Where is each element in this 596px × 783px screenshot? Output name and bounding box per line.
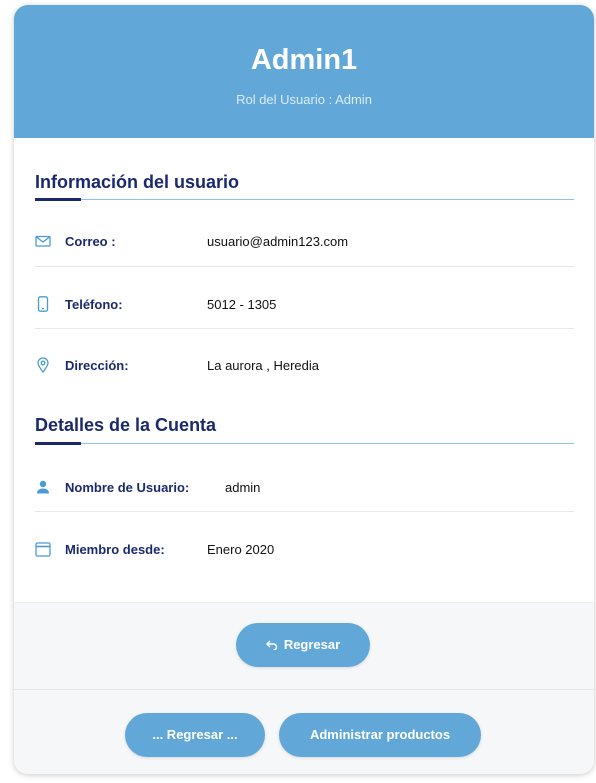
email-label: Correo :: [65, 234, 116, 249]
row-divider: [35, 328, 574, 329]
primary-actions-footer: Regresar: [14, 602, 594, 689]
undo-arrow-icon: [265, 623, 278, 667]
administrar-productos-button[interactable]: Administrar productos: [279, 713, 481, 757]
row-divider: [35, 511, 574, 512]
section-accent-bar: [35, 198, 81, 201]
profile-card: Admin1 Rol del Usuario : Admin Informaci…: [14, 5, 594, 774]
address-label: Dirección:: [65, 358, 129, 373]
section-accent-bar: [35, 442, 81, 445]
phone-value: 5012 - 1305: [207, 297, 277, 312]
section-divider: [35, 199, 574, 200]
member-since-value: Enero 2020: [207, 542, 275, 557]
info-row-address: Dirección: La aurora , Heredia: [35, 345, 574, 385]
info-row-email: Correo : usuario@admin123.com: [35, 221, 574, 261]
phone-icon: [35, 296, 51, 312]
regresar-button-label: Regresar: [283, 637, 341, 652]
info-row-member-since: Miembro desde: Enero 2020: [35, 529, 574, 569]
calendar-icon: [35, 541, 51, 557]
mail-icon: [35, 233, 51, 249]
location-pin-icon: [35, 357, 51, 374]
username-label: Nombre de Usuario:: [65, 480, 190, 495]
info-row-username: Nombre de Usuario: admin: [35, 467, 574, 507]
secondary-actions-footer: ... Regresar ... Administrar productos: [14, 689, 594, 774]
section-title-user-info: Información del usuario: [35, 172, 240, 192]
member-since-label: Miembro desde:: [65, 542, 165, 557]
regresar-button[interactable]: Regresar: [236, 623, 370, 667]
info-row-phone: Teléfono: 5012 - 1305: [35, 284, 574, 324]
user-role: Rol del Usuario : Admin: [236, 92, 372, 107]
username-value: admin: [225, 480, 261, 495]
user-icon: [35, 479, 51, 495]
address-value: La aurora , Heredia: [207, 358, 320, 373]
profile-header: Admin1 Rol del Usuario : Admin: [14, 5, 594, 138]
section-title-account: Detalles de la Cuenta: [35, 415, 217, 435]
section-divider: [35, 443, 574, 444]
profile-title: Admin1: [250, 44, 358, 76]
email-value: usuario@admin123.com: [207, 234, 349, 249]
phone-label: Teléfono:: [65, 297, 123, 312]
regresar-alt-button[interactable]: ... Regresar ...: [125, 713, 265, 757]
row-divider: [35, 266, 574, 267]
